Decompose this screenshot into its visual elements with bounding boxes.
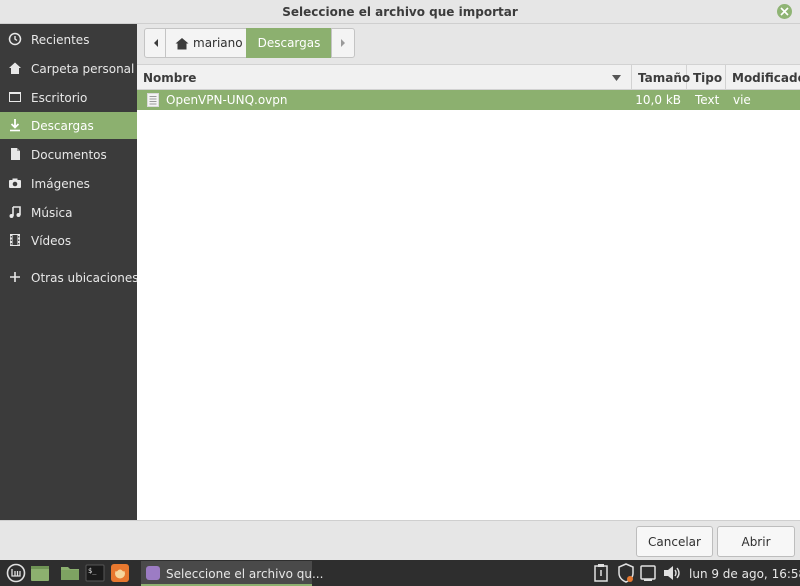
file-type: Text [695, 93, 720, 107]
sidebar-item-label: Recientes [31, 33, 90, 47]
sidebar-item-descargas[interactable]: Descargas [0, 112, 137, 139]
places-sidebar: Recientes Carpeta personal Escritorio De… [0, 24, 139, 520]
terminal-icon[interactable]: $_ [85, 563, 105, 583]
taskbar-window-button[interactable]: Seleccione el archivo qu... [141, 561, 323, 586]
sidebar-item-escritorio[interactable]: Escritorio [0, 84, 137, 111]
path-back-button[interactable] [144, 28, 166, 58]
open-button[interactable]: Abrir [717, 526, 795, 557]
path-home-button[interactable]: mariano [165, 28, 247, 58]
clock-icon [8, 32, 22, 46]
sidebar-item-label: Escritorio [31, 91, 88, 105]
table-row[interactable]: OpenVPN-UNQ.ovpn 10,0 kB Text vie [137, 90, 800, 110]
path-home-label: mariano [193, 36, 243, 50]
title-bar: Seleccione el archivo que importar [0, 0, 800, 24]
file-modified: vie [733, 93, 751, 107]
folder-icon[interactable] [60, 563, 80, 583]
file-size: 10,0 kB [635, 93, 681, 107]
app-icon [146, 566, 160, 580]
cancel-button[interactable]: Cancelar [636, 526, 713, 557]
sidebar-item-recientes[interactable]: Recientes [0, 26, 137, 53]
sidebar-item-label: Documentos [31, 148, 107, 162]
firefox-icon[interactable] [110, 563, 130, 583]
dialog-title: Seleccione el archivo que importar [282, 5, 518, 19]
column-header-name[interactable]: Nombre [137, 65, 632, 90]
column-header-bar: Nombre Tamaño Tipo Modificado [137, 64, 800, 90]
text-file-icon [147, 93, 159, 107]
path-current-label: Descargas [257, 36, 321, 50]
document-icon [11, 148, 20, 160]
menu-icon[interactable] [6, 563, 26, 583]
sidebar-item-carpeta-personal[interactable]: Carpeta personal [0, 55, 137, 82]
network-icon[interactable] [640, 563, 656, 583]
sidebar-item-videos[interactable]: Vídeos [0, 227, 137, 254]
sidebar-item-label: Imágenes [31, 177, 90, 191]
svg-text:$_: $_ [88, 567, 97, 575]
sort-down-icon [612, 75, 621, 81]
sidebar-item-documentos[interactable]: Documentos [0, 141, 137, 168]
column-header-size[interactable]: Tamaño [632, 65, 690, 90]
film-icon [10, 234, 20, 246]
plus-icon [10, 272, 20, 282]
desktop-icon [9, 92, 21, 102]
sidebar-item-label: Otras ubicaciones [31, 271, 139, 285]
sidebar-item-label: Descargas [31, 119, 94, 133]
home-icon [9, 62, 21, 74]
shield-icon[interactable] [617, 563, 635, 583]
path-current-button[interactable]: Descargas [246, 28, 332, 58]
taskbar: $_ Seleccione el archivo qu... lun 9 de … [0, 560, 800, 586]
clipboard-icon[interactable] [593, 563, 609, 583]
close-button[interactable] [777, 4, 792, 19]
volume-icon[interactable] [662, 563, 682, 583]
path-forward-button[interactable] [331, 28, 355, 58]
sidebar-item-otras-ubicaciones[interactable]: Otras ubicaciones [0, 264, 139, 291]
sidebar-item-imagenes[interactable]: Imágenes [0, 170, 137, 197]
sidebar-item-musica[interactable]: Música [0, 199, 137, 226]
download-icon [10, 119, 20, 132]
sidebar-item-label: Vídeos [31, 234, 72, 248]
close-icon [780, 7, 789, 16]
column-header-modified[interactable]: Modificado [726, 65, 800, 90]
file-name: OpenVPN-UNQ.ovpn [166, 93, 288, 107]
column-header-type[interactable]: Tipo [687, 65, 726, 90]
sidebar-item-label: Música [31, 206, 73, 220]
dialog-button-bar: Cancelar Abrir [0, 520, 800, 560]
camera-icon [9, 178, 21, 188]
sidebar-item-label: Carpeta personal [31, 62, 135, 76]
chevron-left-icon [154, 39, 158, 47]
show-desktop-icon[interactable] [30, 563, 50, 583]
file-list[interactable]: Nombre Tamaño Tipo Modificado OpenVPN-UN… [137, 64, 800, 520]
path-bar: mariano Descargas [137, 24, 800, 64]
music-icon [9, 206, 21, 218]
chevron-right-icon [341, 39, 345, 47]
home-icon [175, 38, 189, 50]
taskbar-window-title: Seleccione el archivo qu... [166, 567, 324, 581]
clock[interactable]: lun 9 de ago, 16:58 [689, 567, 800, 581]
